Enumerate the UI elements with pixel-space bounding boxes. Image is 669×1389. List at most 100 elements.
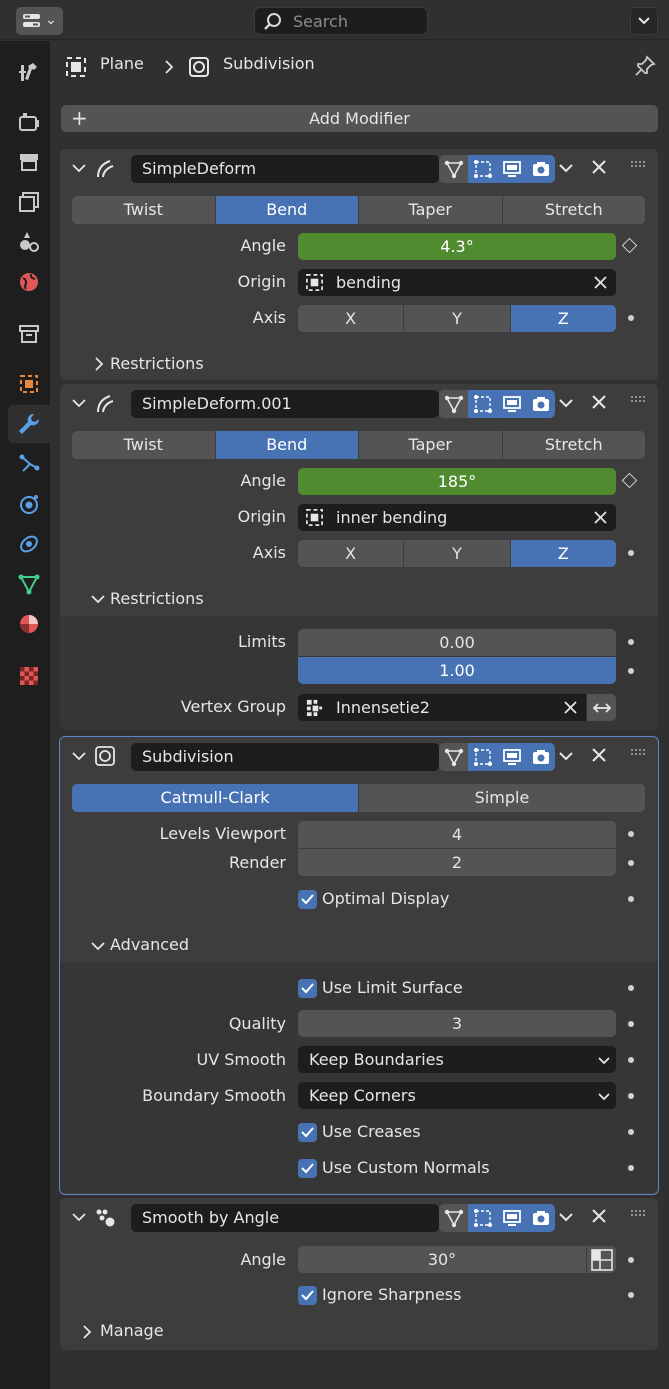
tab-object[interactable] bbox=[8, 365, 50, 403]
drag-handle-icon[interactable] bbox=[630, 748, 646, 756]
animate-dot-icon[interactable] bbox=[628, 1292, 634, 1298]
animate-dot-icon[interactable] bbox=[628, 1165, 634, 1171]
restrictions-subpanel-header[interactable]: Restrictions bbox=[110, 354, 204, 373]
tab-particles[interactable] bbox=[8, 445, 50, 483]
tab-data[interactable] bbox=[8, 565, 50, 603]
edit-mode-toggle[interactable] bbox=[439, 155, 468, 183]
close-icon[interactable] bbox=[590, 393, 608, 411]
uv-smooth-select[interactable]: Keep Boundaries bbox=[298, 1046, 616, 1073]
clear-icon[interactable] bbox=[594, 276, 607, 289]
on-cage-toggle[interactable] bbox=[468, 1204, 497, 1232]
render-toggle[interactable] bbox=[526, 155, 555, 183]
levels-viewport-field[interactable]: 4 bbox=[298, 821, 616, 848]
animate-dot-icon[interactable] bbox=[628, 315, 634, 321]
mode-bend[interactable]: Bend bbox=[215, 431, 359, 459]
use-limit-surface-checkbox[interactable] bbox=[298, 979, 317, 998]
add-modifier-button[interactable]: + Add Modifier bbox=[61, 105, 658, 132]
type-catmull-clark[interactable]: Catmull-Clark bbox=[72, 784, 359, 812]
render-toggle[interactable] bbox=[526, 390, 555, 418]
quality-field[interactable]: 3 bbox=[298, 1010, 616, 1037]
drag-handle-icon[interactable] bbox=[630, 160, 646, 168]
tab-scene[interactable] bbox=[8, 223, 50, 261]
boundary-smooth-select[interactable]: Keep Corners bbox=[298, 1082, 616, 1109]
modifier-name-field[interactable]: Smooth by Angle bbox=[131, 1204, 439, 1232]
close-icon[interactable] bbox=[590, 1207, 608, 1225]
animate-dot-icon[interactable] bbox=[628, 831, 634, 837]
tab-texture[interactable] bbox=[8, 657, 50, 695]
axis-y[interactable]: Y bbox=[404, 305, 511, 332]
vertex-group-field[interactable]: Innensetie2 bbox=[298, 694, 586, 721]
viewport-toggle[interactable] bbox=[497, 390, 526, 418]
restrictions-subpanel-header[interactable]: Restrictions bbox=[110, 589, 204, 608]
chevron-right-icon[interactable] bbox=[82, 1325, 92, 1339]
tab-world[interactable] bbox=[8, 263, 50, 301]
manage-subpanel-header[interactable]: Manage bbox=[100, 1321, 164, 1340]
animate-dot-icon[interactable] bbox=[628, 1093, 634, 1099]
mode-twist[interactable]: Twist bbox=[72, 431, 216, 459]
on-cage-toggle[interactable] bbox=[468, 390, 497, 418]
chevron-down-icon[interactable] bbox=[91, 593, 105, 605]
chevron-right-icon[interactable] bbox=[94, 357, 104, 371]
axis-z[interactable]: Z bbox=[510, 540, 616, 567]
optimal-display-checkbox[interactable] bbox=[298, 890, 317, 909]
on-cage-toggle[interactable] bbox=[468, 743, 497, 771]
tab-physics[interactable] bbox=[8, 485, 50, 523]
clear-icon[interactable] bbox=[594, 511, 607, 524]
tab-render[interactable] bbox=[8, 103, 50, 141]
chevron-down-icon[interactable] bbox=[91, 940, 105, 952]
origin-field[interactable]: inner bending bbox=[298, 504, 616, 531]
tab-modifiers[interactable] bbox=[8, 405, 50, 443]
animate-dot-icon[interactable] bbox=[628, 550, 634, 556]
mode-stretch[interactable]: Stretch bbox=[502, 431, 645, 459]
angle-field[interactable]: 30° bbox=[298, 1246, 586, 1273]
origin-field[interactable]: bending bbox=[298, 269, 616, 296]
collapse-chevron-icon[interactable] bbox=[72, 396, 86, 410]
modifier-name-field[interactable]: SimpleDeform bbox=[131, 155, 439, 183]
clear-icon[interactable] bbox=[564, 701, 577, 714]
render-levels-field[interactable]: 2 bbox=[298, 849, 616, 876]
close-icon[interactable] bbox=[590, 158, 608, 176]
mode-bend[interactable]: Bend bbox=[215, 196, 359, 224]
angle-field[interactable]: 4.3° bbox=[298, 233, 616, 260]
chevron-down-icon[interactable] bbox=[557, 159, 575, 177]
use-custom-normals-checkbox[interactable] bbox=[298, 1159, 317, 1178]
axis-x[interactable]: X bbox=[298, 540, 405, 567]
tab-view-layer[interactable] bbox=[8, 183, 50, 221]
viewport-toggle[interactable] bbox=[497, 743, 526, 771]
angle-field[interactable]: 185° bbox=[298, 468, 616, 495]
animate-dot-icon[interactable] bbox=[628, 668, 634, 674]
attribute-toggle[interactable] bbox=[587, 1246, 616, 1273]
collapse-chevron-icon[interactable] bbox=[72, 749, 86, 763]
limit-max-field[interactable]: 1.00 bbox=[298, 657, 616, 684]
options-dropdown[interactable] bbox=[630, 7, 658, 35]
viewport-toggle[interactable] bbox=[497, 155, 526, 183]
tab-collection[interactable] bbox=[8, 315, 50, 353]
mode-twist[interactable]: Twist bbox=[72, 196, 216, 224]
collapse-chevron-icon[interactable] bbox=[72, 1210, 86, 1224]
render-toggle[interactable] bbox=[526, 1204, 555, 1232]
chevron-down-icon[interactable] bbox=[557, 747, 575, 765]
mode-taper[interactable]: Taper bbox=[359, 196, 503, 224]
close-icon[interactable] bbox=[590, 746, 608, 764]
drag-handle-icon[interactable] bbox=[630, 395, 646, 403]
editor-type-button[interactable]: ⌄ bbox=[16, 7, 63, 35]
animate-dot-icon[interactable] bbox=[628, 1057, 634, 1063]
animate-dot-icon[interactable] bbox=[628, 639, 634, 645]
animate-dot-icon[interactable] bbox=[628, 860, 634, 866]
advanced-subpanel-header[interactable]: Advanced bbox=[110, 935, 189, 954]
drag-handle-icon[interactable] bbox=[630, 1209, 646, 1217]
tab-material[interactable] bbox=[8, 605, 50, 643]
ignore-sharpness-checkbox[interactable] bbox=[298, 1286, 317, 1305]
on-cage-toggle[interactable] bbox=[468, 155, 497, 183]
use-creases-checkbox[interactable] bbox=[298, 1123, 317, 1142]
animate-dot-icon[interactable] bbox=[628, 1257, 634, 1263]
keyframe-icon[interactable] bbox=[621, 472, 638, 489]
tab-output[interactable] bbox=[8, 143, 50, 181]
search-input[interactable]: Search bbox=[254, 7, 428, 35]
animate-dot-icon[interactable] bbox=[628, 985, 634, 991]
animate-dot-icon[interactable] bbox=[628, 1129, 634, 1135]
tab-tool[interactable] bbox=[8, 53, 50, 91]
mode-taper[interactable]: Taper bbox=[359, 431, 503, 459]
axis-x[interactable]: X bbox=[298, 305, 405, 332]
invert-toggle[interactable] bbox=[587, 694, 616, 721]
